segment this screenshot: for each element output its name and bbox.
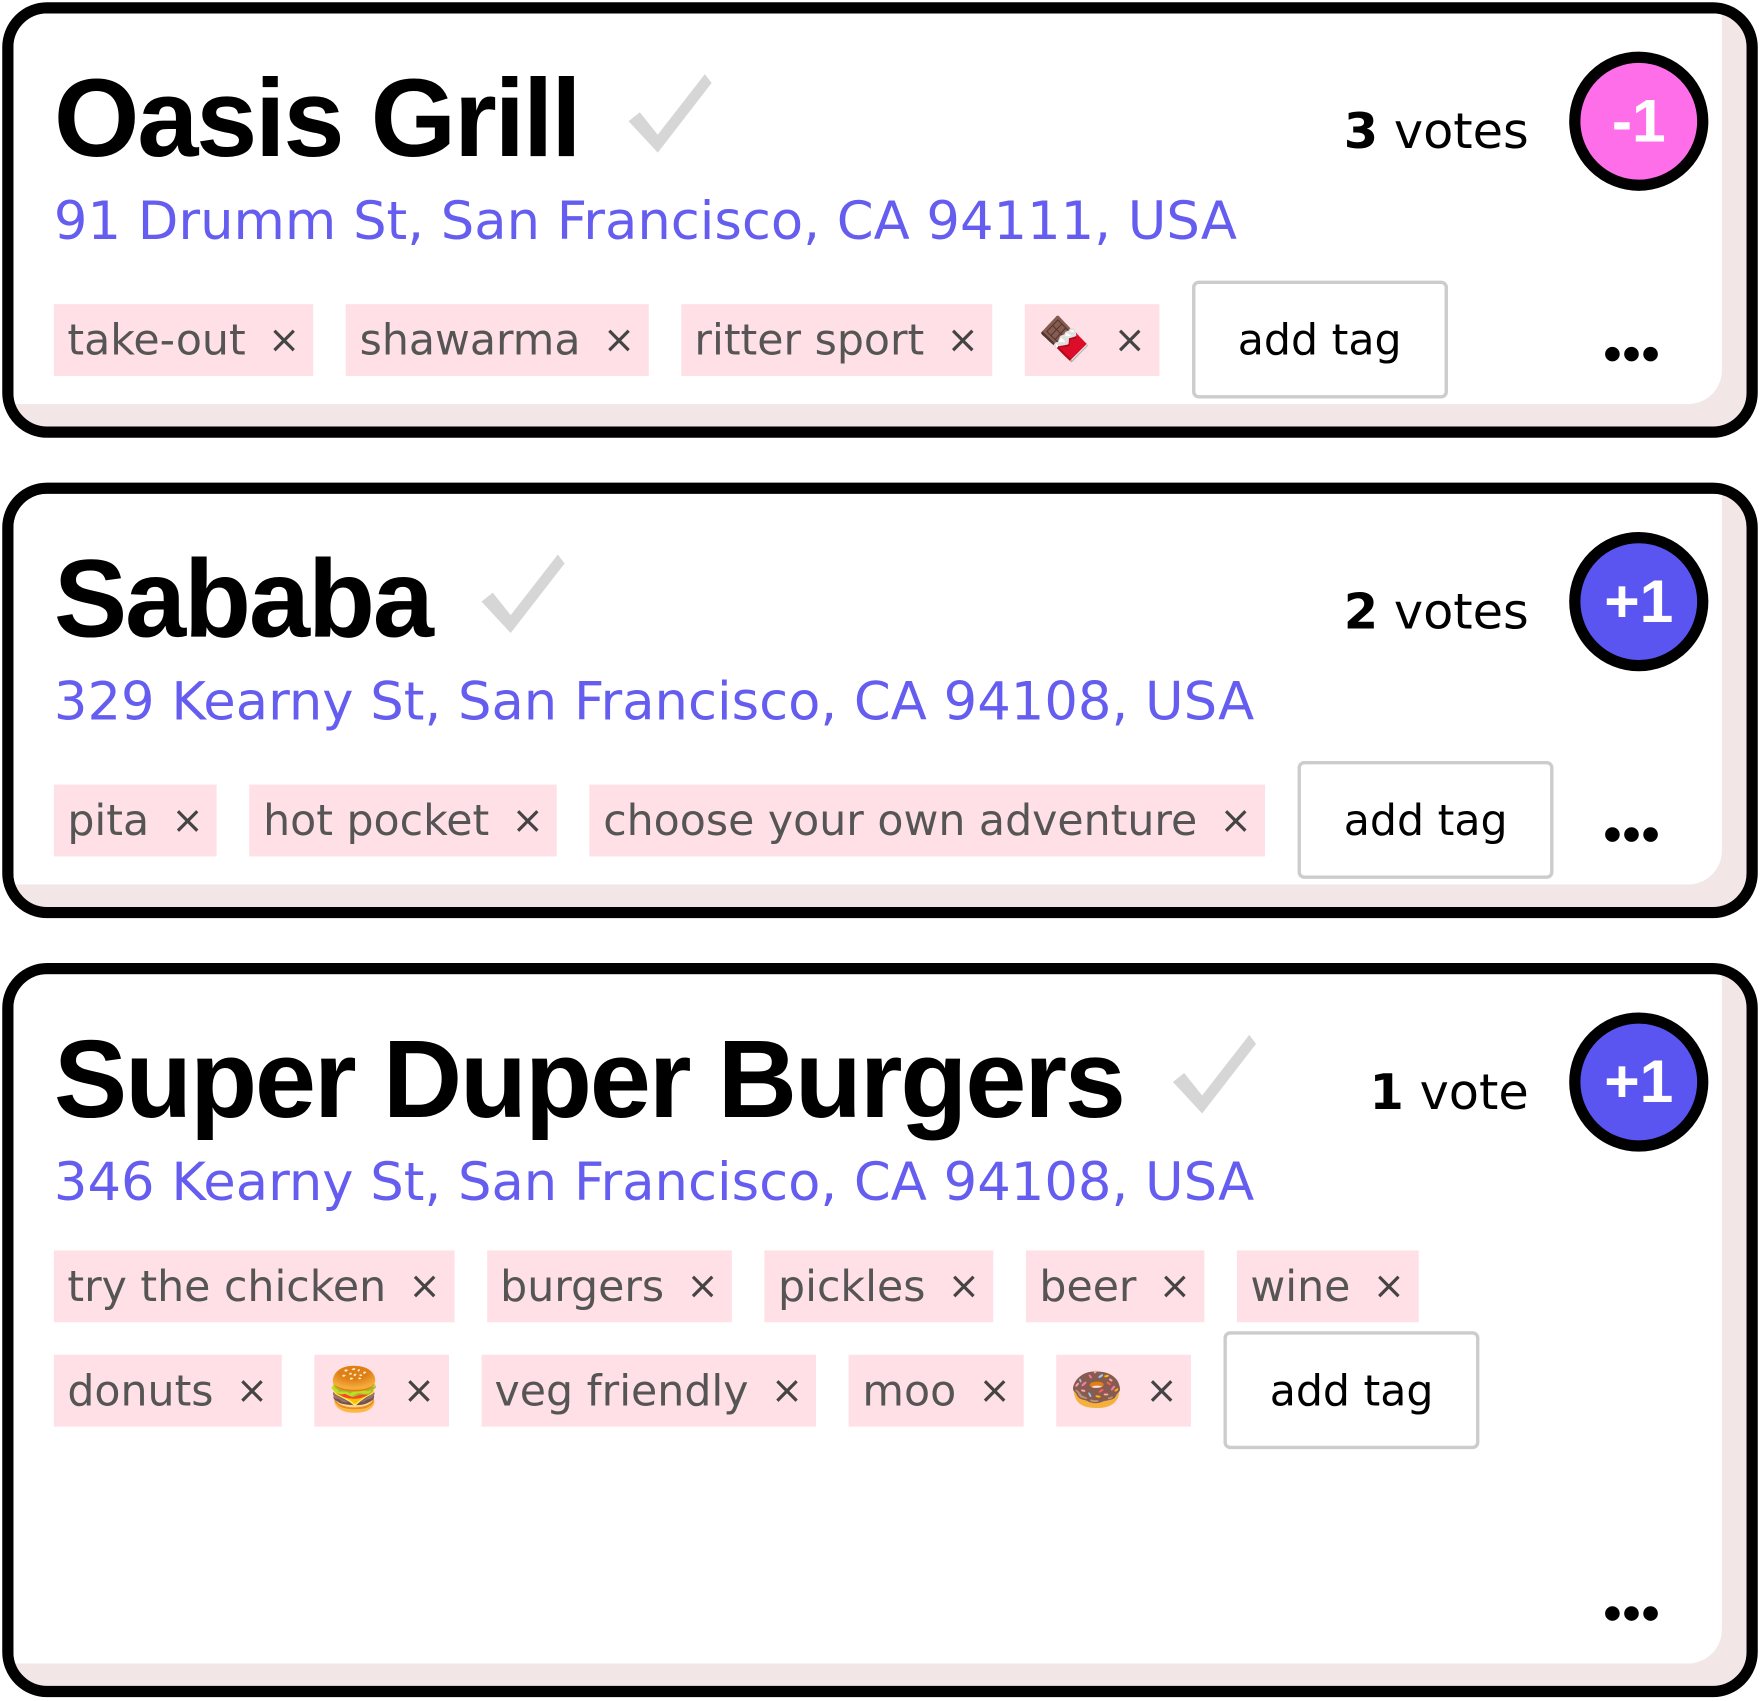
remove-tag-icon[interactable]: × [687,1264,719,1309]
remove-tag-icon[interactable]: × [1146,1368,1178,1413]
vote-unit: votes [1393,583,1529,641]
vote-count: 2 votes [1344,579,1529,646]
tag-label: wine [1250,1261,1351,1312]
restaurant-name: Super Duper Burgers [53,1016,1126,1141]
remove-tag-icon[interactable]: × [603,317,635,362]
remove-tag-icon[interactable]: × [771,1368,803,1413]
tag-label: veg friendly [494,1365,749,1415]
remove-tag-icon[interactable]: × [979,1368,1011,1413]
remove-tag-icon[interactable]: × [268,317,300,362]
remove-tag-icon[interactable]: × [1159,1264,1191,1309]
checkmark-icon[interactable] [477,548,567,638]
tag-label: shawarma [359,314,581,365]
tag: moo × [848,1354,1025,1427]
add-tag-button[interactable]: add tag [1191,280,1448,399]
tag-label: moo [862,1365,957,1415]
tag: burgers × [486,1250,733,1323]
tag-label: 🍔 [327,1364,381,1415]
remove-tag-icon[interactable]: × [1373,1264,1405,1309]
restaurant-name: Oasis Grill [53,56,582,180]
vote-number: 1 [1369,1064,1404,1122]
tag: 🍩 × [1056,1354,1192,1427]
more-dots-icon[interactable] [1605,346,1658,362]
remove-tag-icon[interactable]: × [512,798,544,843]
add-tag-button[interactable]: add tag [1297,761,1554,879]
remove-tag-icon[interactable]: × [409,1264,441,1309]
remove-tag-icon[interactable]: × [1220,798,1252,843]
remove-tag-icon[interactable]: × [947,317,979,362]
restaurant-name: Sababa [53,536,434,661]
tag: take-out × [53,303,314,376]
tag: hot pocket × [249,784,558,856]
vote-unit: vote [1419,1064,1529,1122]
tag-label: hot pocket [263,795,490,845]
remove-tag-icon[interactable]: × [236,1368,268,1413]
restaurant-card: Oasis Grill 91 Drumm St, San Francisco, … [2,2,1758,438]
tag: wine × [1236,1250,1419,1323]
tag: beer × [1025,1250,1205,1323]
tag: pita × [53,784,218,856]
tag-label: 🍩 [1070,1364,1124,1415]
restaurant-address[interactable]: 91 Drumm St, San Francisco, CA 94111, US… [54,189,1747,256]
remove-tag-icon[interactable]: × [1114,317,1146,362]
tag-label: 🍫 [1038,314,1092,364]
tag-label: donuts [67,1365,214,1415]
vote-unit: votes [1393,103,1529,161]
tag-list: pita × hot pocket × choose your own adve… [53,761,1659,879]
restaurant-card: Super Duper Burgers 346 Kearny St, San F… [2,963,1758,1698]
tag: try the chicken × [53,1250,455,1323]
tag-label: pickles [778,1261,926,1312]
remove-tag-icon[interactable]: × [403,1368,435,1413]
remove-tag-icon[interactable]: × [948,1264,980,1309]
tag-list: take-out × shawarma × ritter sport × 🍫 ×… [53,280,1659,399]
checkmark-icon[interactable] [624,67,714,157]
more-dots-icon[interactable] [1605,1606,1658,1621]
vote-number: 3 [1343,103,1379,161]
vote-button[interactable]: -1 [1569,51,1709,191]
tag: 🍫 × [1024,303,1160,376]
tag-label: choose your own adventure [603,795,1198,845]
tag: pickles × [764,1250,994,1323]
tag: choose your own adventure × [589,784,1266,856]
tag: ritter sport × [680,303,993,376]
tag-list: try the chicken × burgers × pickles × be… [53,1241,1659,1450]
vote-count: 3 votes [1344,99,1529,166]
tag: veg friendly × [481,1354,817,1427]
restaurant-card: Sababa 329 Kearny St, San Francisco, CA … [2,482,1758,919]
checkmark-icon[interactable] [1169,1028,1259,1118]
tag-label: beer [1039,1261,1137,1312]
vote-button[interactable]: +1 [1569,532,1709,672]
tag: 🍔 × [314,1354,449,1427]
tag: donuts × [53,1354,282,1427]
vote-button[interactable]: +1 [1569,1012,1709,1152]
tag-label: ritter sport [694,314,925,365]
tag-label: try the chicken [67,1261,387,1312]
restaurant-list: Oasis Grill 91 Drumm St, San Francisco, … [0,0,1760,1701]
vote-count: 1 vote [1369,1060,1528,1127]
add-tag-button[interactable]: add tag [1223,1331,1480,1450]
tag-label: take-out [67,314,246,365]
restaurant-address[interactable]: 346 Kearny St, San Francisco, CA 94108, … [54,1149,1747,1216]
tag: shawarma × [346,303,649,376]
more-dots-icon[interactable] [1605,827,1658,842]
remove-tag-icon[interactable]: × [172,798,204,843]
tag-label: pita [67,795,150,845]
vote-number: 2 [1343,583,1379,641]
restaurant-address[interactable]: 329 Kearny St, San Francisco, CA 94108, … [54,669,1747,736]
tag-label: burgers [500,1261,665,1312]
